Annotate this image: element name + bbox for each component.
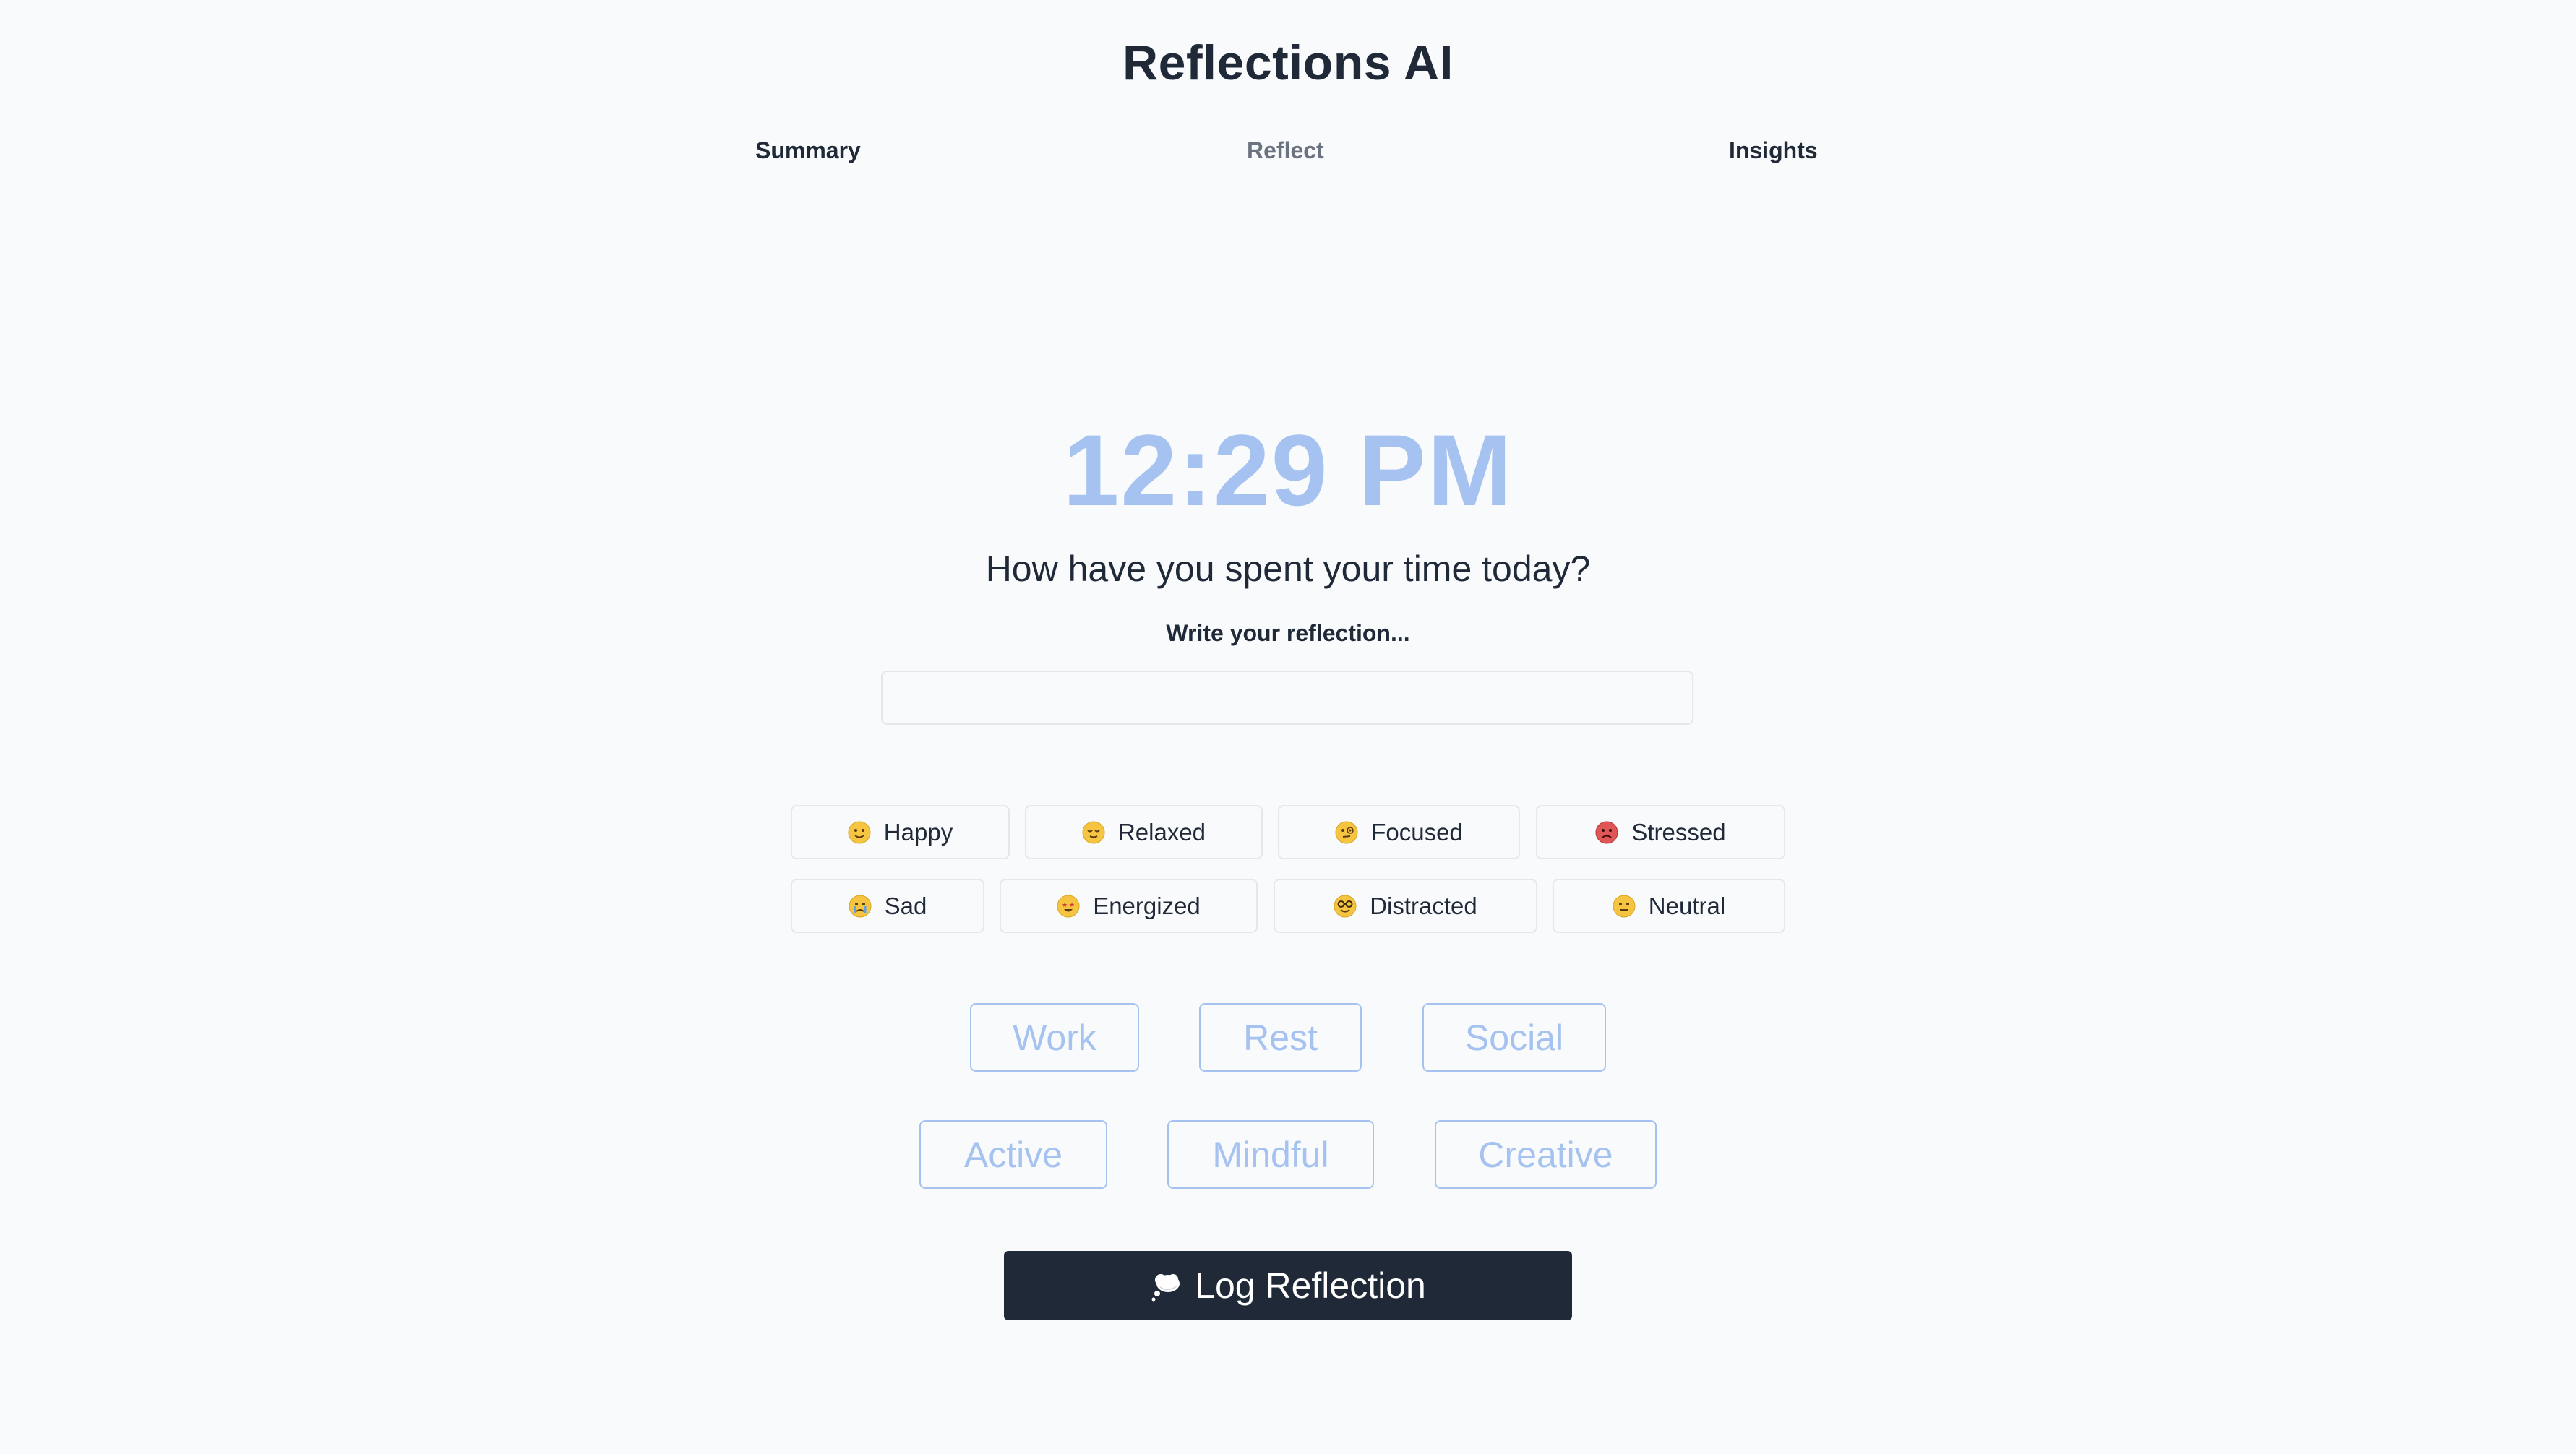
slightly-smiling-face-icon [848, 821, 871, 844]
log-reflection-button[interactable]: Log Reflection [1004, 1251, 1572, 1320]
thought-bubble-icon [1150, 1270, 1182, 1302]
mood-button-energized[interactable]: ★ ★ Energized [1000, 879, 1258, 933]
svg-text:★: ★ [1062, 902, 1068, 909]
mood-label: Neutral [1648, 892, 1726, 919]
mood-button-happy[interactable]: Happy [791, 805, 1010, 859]
mood-button-relaxed[interactable]: Relaxed [1025, 805, 1263, 859]
mood-button-sad[interactable]: Sad [791, 879, 984, 933]
activity-button-active[interactable]: Active [919, 1120, 1107, 1189]
svg-text:★: ★ [1069, 902, 1075, 909]
mood-label: Focused [1371, 818, 1463, 846]
activity-button-mindful[interactable]: Mindful [1167, 1120, 1374, 1189]
activity-button-rest[interactable]: Rest [1199, 1003, 1362, 1072]
star-struck-face-icon: ★ ★ [1057, 895, 1080, 918]
mood-label: Stressed [1631, 818, 1726, 846]
nerd-face-icon [1334, 895, 1357, 918]
monocle-face-icon [1335, 821, 1358, 844]
neutral-face-icon [1613, 895, 1636, 918]
activity-button-work[interactable]: Work [970, 1003, 1139, 1072]
mood-button-stressed[interactable]: Stressed [1536, 805, 1785, 859]
reflection-input-label: Write your reflection... [1166, 620, 1410, 646]
activity-button-creative[interactable]: Creative [1435, 1120, 1657, 1189]
mood-button-focused[interactable]: Focused [1278, 805, 1520, 859]
mood-label: Distracted [1370, 892, 1477, 919]
relieved-face-icon [1082, 821, 1105, 844]
tab-insights[interactable]: Insights [1729, 137, 1818, 164]
current-time: 12:29 PM [1062, 413, 1514, 527]
log-reflection-label: Log Reflection [1195, 1265, 1426, 1306]
app-title: Reflections AI [1122, 35, 1454, 90]
mood-button-neutral[interactable]: Neutral [1553, 879, 1785, 933]
mood-label: Energized [1093, 892, 1201, 919]
reflection-question: How have you spent your time today? [985, 549, 1591, 589]
mood-button-distracted[interactable]: Distracted [1274, 879, 1537, 933]
mood-label: Happy [883, 818, 953, 846]
crying-face-icon [849, 895, 872, 918]
tab-summary[interactable]: Summary [755, 137, 861, 164]
mood-label: Sad [884, 892, 927, 919]
tab-reflect[interactable]: Reflect [1247, 137, 1324, 164]
mood-label: Relaxed [1117, 818, 1206, 846]
flushed-red-face-icon [1595, 821, 1618, 844]
reflection-input[interactable] [881, 671, 1693, 725]
activity-button-social[interactable]: Social [1422, 1003, 1606, 1072]
